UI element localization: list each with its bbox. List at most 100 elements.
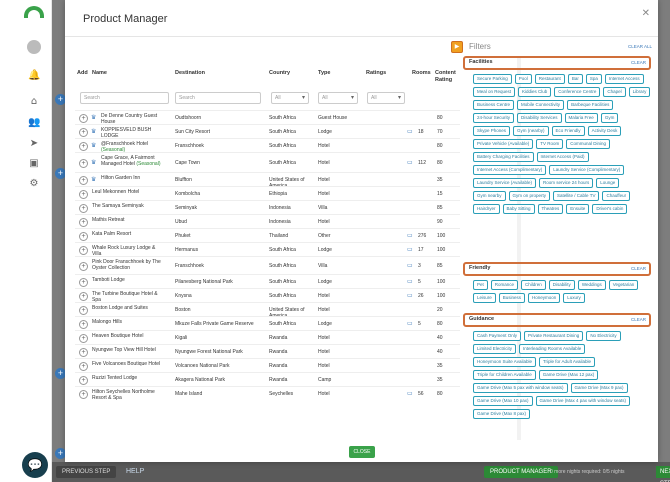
filter-chip[interactable]: Gym on property bbox=[508, 191, 551, 201]
filter-chip[interactable]: Game Drive (Max 8 pax) bbox=[473, 409, 531, 419]
filter-chip[interactable]: Limited Electricity bbox=[473, 344, 517, 354]
filter-chip[interactable]: Laundry Service (Complimentary) bbox=[549, 165, 625, 175]
bell-icon[interactable]: 🔔 bbox=[28, 70, 40, 82]
table-row[interactable]: + The Turbine Boutique Hotel & Spa Knysna S… bbox=[75, 288, 460, 303]
add-product-button[interactable]: + bbox=[79, 362, 88, 371]
table-row[interactable]: + Five Volcanoes Boutique Hotel Volcanoes … bbox=[75, 358, 460, 372]
filter-chip[interactable]: Cash Payment Only bbox=[473, 331, 522, 341]
filter-chip[interactable]: Eco Friendly bbox=[551, 126, 585, 136]
filter-chip[interactable]: Romance bbox=[490, 280, 519, 290]
add-product-button[interactable]: + bbox=[79, 159, 88, 168]
table-row[interactable]: + The Samaya Seminyak Seminyak Indonesia Vil… bbox=[75, 200, 460, 214]
table-row[interactable]: + Heaven Boutique Hotel Kigali Rwanda Hotel 4… bbox=[75, 330, 460, 344]
filter-chip[interactable]: Private Restaurant Dining bbox=[524, 331, 584, 341]
add-product-button[interactable]: + bbox=[79, 128, 88, 137]
filter-chip[interactable]: Barbeque Facilities bbox=[567, 100, 614, 110]
filter-chip[interactable]: Pool bbox=[514, 74, 532, 84]
table-row[interactable]: + Whale Rock Luxury Lodge & Villa Hermanus… bbox=[75, 242, 460, 257]
filter-chip[interactable]: Game Drive (Max 10 pax) bbox=[473, 396, 533, 406]
add-product-button[interactable]: + bbox=[79, 376, 88, 385]
clear-all-link[interactable]: CLEAR ALL bbox=[628, 44, 652, 49]
table-row[interactable]: + Nyungwe Top View Hill Hotel Nyungwe Fore… bbox=[75, 344, 460, 358]
table-row[interactable]: + Boston Lodge and Suites Boston United Sta… bbox=[75, 302, 460, 319]
image-icon[interactable]: ▣ bbox=[28, 158, 40, 170]
table-row[interactable]: + ♛ Hilton Garden Inn Bluffton United States… bbox=[75, 172, 460, 189]
filter-chip[interactable]: Interleading Rooms Available bbox=[519, 344, 586, 354]
table-row[interactable]: + Ruzizi Tented Lodge Akagera National Par… bbox=[75, 372, 460, 386]
table-row[interactable]: + Hilton Seychelles Northolme Resort & Sp… bbox=[75, 386, 460, 401]
table-row[interactable]: + Mathis Retreat Ubud Indonesia Hotel 90 bbox=[75, 214, 460, 228]
table-row[interactable]: + Pink Door Franschhoek by The Oyster Col… bbox=[75, 256, 460, 274]
row-name[interactable]: Hilton Seychelles Northolme Resort & Spa bbox=[92, 389, 166, 401]
destination-search-input[interactable]: Search bbox=[175, 92, 261, 104]
filter-chip[interactable]: Meal on Request bbox=[473, 87, 516, 97]
table-row[interactable]: + Malongo Hills Mkuze Falls Private Game R… bbox=[75, 316, 460, 330]
row-name[interactable]: Ruzizi Tented Lodge bbox=[92, 375, 166, 381]
add-product-button[interactable]: + bbox=[79, 262, 88, 271]
filter-chip[interactable]: Driver's cabin bbox=[592, 204, 628, 214]
table-row[interactable]: + ♛ De Denne Country Guest House Oudtshoorn… bbox=[75, 110, 460, 125]
filter-chip[interactable]: Pet bbox=[473, 280, 488, 290]
add-product-button[interactable]: + bbox=[79, 204, 88, 213]
add-product-button[interactable]: + bbox=[79, 348, 88, 357]
row-name[interactable]: Hilton Garden Inn bbox=[101, 175, 165, 181]
add-product-button[interactable]: + bbox=[79, 390, 88, 399]
add-product-button[interactable]: + bbox=[79, 278, 88, 287]
help-link[interactable]: HELP bbox=[126, 466, 144, 478]
filter-chip[interactable]: Ensuite bbox=[566, 204, 590, 214]
filter-chip[interactable]: Chauffeur bbox=[602, 191, 631, 201]
add-product-button[interactable]: + bbox=[79, 218, 88, 227]
filter-chip[interactable]: Theatres bbox=[537, 204, 564, 214]
row-name[interactable]: Leul Mekonnen Hotel bbox=[92, 189, 166, 195]
filter-chip[interactable]: Battery Charging Facilities bbox=[473, 152, 534, 162]
filter-chip[interactable]: Conference Centre bbox=[554, 87, 601, 97]
users-icon[interactable]: 👥 bbox=[28, 117, 40, 129]
filter-chip[interactable]: Vegetarian bbox=[608, 280, 639, 290]
chat-icon[interactable]: 💬 bbox=[22, 452, 48, 478]
filter-chip[interactable]: Secure Parking bbox=[473, 74, 512, 84]
close-button[interactable]: CLOSE bbox=[349, 446, 375, 458]
col-header-type[interactable]: Type bbox=[318, 70, 330, 76]
play-icon[interactable]: ▶ bbox=[451, 41, 463, 53]
col-header-rooms[interactable]: Rooms bbox=[412, 70, 431, 76]
filter-chip[interactable]: Hairdryer bbox=[473, 204, 500, 214]
add-product-button[interactable]: + bbox=[79, 334, 88, 343]
filter-chip[interactable]: Mobile Connectivity bbox=[517, 100, 565, 110]
filter-chip[interactable]: Baby Sitting bbox=[502, 204, 535, 214]
filter-chip[interactable]: Private Vehicle (Available) bbox=[473, 139, 534, 149]
filter-chip[interactable]: Satellite / Cable TV bbox=[553, 191, 600, 201]
filter-chip[interactable]: Communal Dining bbox=[566, 139, 610, 149]
name-search-input[interactable]: Search bbox=[80, 92, 169, 104]
table-row[interactable]: + Leul Mekonnen Hotel Kombolcha Ethiopia Hot… bbox=[75, 186, 460, 200]
add-product-button[interactable]: + bbox=[79, 306, 88, 315]
filter-chip[interactable]: Triple for Adult Available bbox=[538, 357, 595, 367]
filter-chip[interactable]: Disability bbox=[548, 280, 575, 290]
previous-step-button[interactable]: PREVIOUS STEP bbox=[56, 466, 117, 478]
filter-chip[interactable]: Lounge bbox=[596, 178, 620, 188]
add-product-button[interactable]: + bbox=[79, 232, 88, 241]
row-name[interactable]: Pink Door Franschhoek by The Oyster Coll… bbox=[92, 259, 166, 271]
filter-chip[interactable]: TV Room bbox=[536, 139, 564, 149]
table-row[interactable]: + ♛ Cape Grace, A Fairmont Managed Hotel (… bbox=[75, 152, 460, 172]
row-name[interactable]: Five Volcanoes Boutique Hotel bbox=[92, 361, 166, 367]
close-icon[interactable]: ✕ bbox=[642, 8, 650, 19]
filter-chip[interactable]: Restaurant bbox=[534, 74, 565, 84]
filter-chip[interactable]: Spa bbox=[585, 74, 602, 84]
filter-chip[interactable]: Triple for Children Available bbox=[473, 370, 536, 380]
row-name[interactable]: Nyungwe Top View Hill Hotel bbox=[92, 347, 166, 353]
col-header-ratings[interactable]: Ratings bbox=[366, 70, 386, 76]
row-name[interactable]: Boston Lodge and Suites bbox=[92, 305, 166, 311]
add-product-button[interactable]: + bbox=[79, 176, 88, 185]
filter-chip[interactable]: Gym nearby bbox=[473, 191, 506, 201]
friendly-clear-link[interactable]: CLEAR bbox=[631, 266, 646, 271]
friendly-section-header[interactable]: Friendly CLEAR bbox=[463, 262, 651, 276]
filter-chip[interactable]: Business bbox=[498, 293, 526, 303]
facilities-section-header[interactable]: Facilities CLEAR bbox=[463, 56, 651, 70]
filter-chip[interactable]: Game Drive (Max 12 pax) bbox=[538, 370, 599, 380]
table-row[interactable]: + ♛ KOPPIESVELD BUSH LODGE Sun City Resort S… bbox=[75, 124, 460, 139]
add-product-button[interactable]: + bbox=[79, 190, 88, 199]
filter-chip[interactable]: Bar bbox=[567, 74, 583, 84]
ratings-select[interactable]: All bbox=[367, 92, 405, 104]
filter-chip[interactable]: Library bbox=[628, 87, 651, 97]
filter-chip[interactable]: Malaria Free bbox=[564, 113, 598, 123]
